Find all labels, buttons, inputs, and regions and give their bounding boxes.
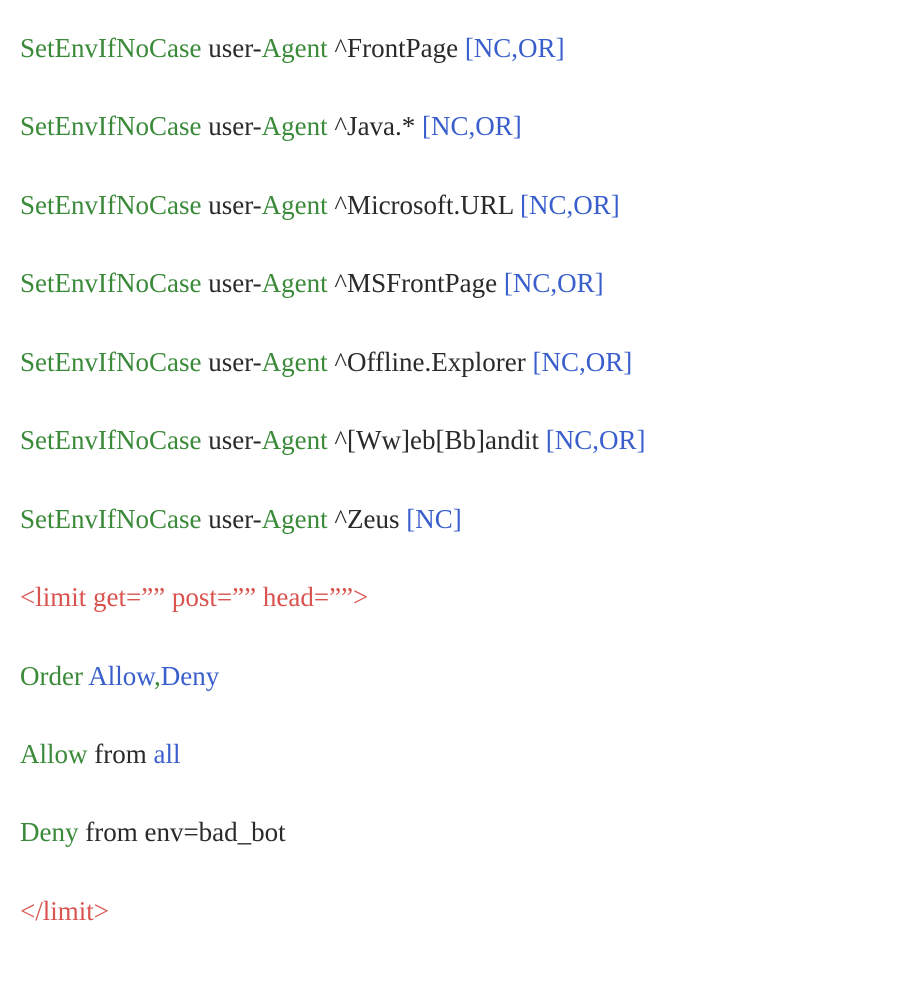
- code-token: [NC,OR]: [546, 425, 646, 455]
- code-token: ^[Ww]eb[Bb]andit: [334, 425, 545, 455]
- code-token: Allow: [20, 739, 94, 769]
- code-token: Allow: [88, 661, 154, 691]
- code-line: <limit get=”” post=”” head=””>: [20, 579, 880, 615]
- code-token: ^FrontPage: [334, 33, 464, 63]
- code-token: user-: [201, 268, 261, 298]
- code-line: SetEnvIfNoCase user-Agent ^Zeus [NC]: [20, 501, 880, 537]
- code-line: SetEnvIfNoCase user-Agent ^Java.* [NC,OR…: [20, 108, 880, 144]
- code-token: user-: [201, 425, 261, 455]
- code-token: from: [94, 739, 153, 769]
- code-line: Order Allow,Deny: [20, 658, 880, 694]
- code-token: all: [153, 739, 180, 769]
- code-token: ,: [154, 661, 161, 691]
- code-line: SetEnvIfNoCase user-Agent ^MSFrontPage […: [20, 265, 880, 301]
- code-token: Deny: [20, 817, 85, 847]
- code-token: SetEnvIfNoCase: [20, 33, 201, 63]
- code-token: SetEnvIfNoCase: [20, 425, 201, 455]
- code-token: Agent: [262, 425, 335, 455]
- code-token: SetEnvIfNoCase: [20, 111, 201, 141]
- code-line: SetEnvIfNoCase user-Agent ^FrontPage [NC…: [20, 30, 880, 66]
- code-line: SetEnvIfNoCase user-Agent ^Microsoft.URL…: [20, 187, 880, 223]
- code-token: </limit>: [20, 896, 109, 926]
- code-token: [NC]: [406, 504, 462, 534]
- code-token: ^Java.*: [334, 111, 422, 141]
- code-token: [NC,OR]: [533, 347, 633, 377]
- code-token: from env=bad_bot: [85, 817, 285, 847]
- code-token: ^Microsoft.URL: [334, 190, 520, 220]
- code-token: SetEnvIfNoCase: [20, 190, 201, 220]
- code-token: user-: [201, 190, 261, 220]
- code-block: SetEnvIfNoCase user-Agent ^FrontPage [NC…: [20, 30, 880, 929]
- code-token: Agent: [262, 504, 335, 534]
- code-line: </limit>: [20, 893, 880, 929]
- code-line: SetEnvIfNoCase user-Agent ^[Ww]eb[Bb]and…: [20, 422, 880, 458]
- code-token: SetEnvIfNoCase: [20, 504, 201, 534]
- code-token: user-: [201, 504, 261, 534]
- code-token: ^Zeus: [334, 504, 406, 534]
- code-token: <limit get=”” post=”” head=””>: [20, 582, 368, 612]
- code-token: SetEnvIfNoCase: [20, 268, 201, 298]
- code-token: Deny: [161, 661, 219, 691]
- code-line: Allow from all: [20, 736, 880, 772]
- code-token: user-: [201, 111, 261, 141]
- code-token: ^MSFrontPage: [334, 268, 503, 298]
- code-token: [NC,OR]: [422, 111, 522, 141]
- code-token: Agent: [262, 111, 335, 141]
- code-token: Order: [20, 661, 88, 691]
- code-token: Agent: [262, 33, 335, 63]
- code-line: SetEnvIfNoCase user-Agent ^Offline.Explo…: [20, 344, 880, 380]
- code-token: Agent: [262, 190, 335, 220]
- code-token: [NC,OR]: [465, 33, 565, 63]
- code-line: Deny from env=bad_bot: [20, 814, 880, 850]
- code-token: user-: [201, 347, 261, 377]
- code-token: SetEnvIfNoCase: [20, 347, 201, 377]
- code-token: user-: [201, 33, 261, 63]
- code-token: [NC,OR]: [520, 190, 620, 220]
- code-token: ^Offline.Explorer: [334, 347, 532, 377]
- code-token: Agent: [262, 268, 335, 298]
- code-token: Agent: [262, 347, 335, 377]
- code-token: [NC,OR]: [504, 268, 604, 298]
